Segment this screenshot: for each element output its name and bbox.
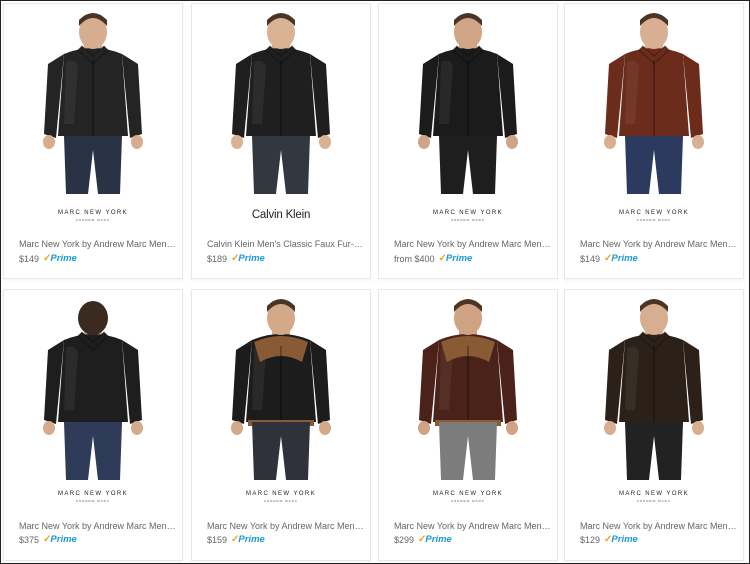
brand-subname: ANDREW MARC — [451, 218, 485, 222]
brand-name: MARC NEW YORK — [245, 491, 317, 497]
product-title-link[interactable]: Marc New York by Andrew Marc Men's K... — [207, 521, 365, 531]
product-grid: MARC NEW YORK ANDREW MARC Marc New York by… — [0, 0, 750, 564]
brand-name: MARC NEW YORK — [618, 210, 690, 216]
prime-label: Prime — [445, 253, 473, 264]
brand-subname: ANDREW MARC — [76, 218, 110, 222]
product-image[interactable] — [192, 4, 370, 200]
price-row: from $400 ✓ Prime — [394, 253, 472, 264]
prime-label: Prime — [611, 253, 638, 264]
price-row: $375 ✓ Prime — [19, 534, 77, 545]
prime-badge: ✓ Prime — [43, 253, 77, 264]
brand-name: MARC NEW YORK — [618, 491, 690, 497]
brand-logo: MARC NEW YORK ANDREW MARC — [565, 210, 743, 224]
product-card[interactable]: MARC NEW YORK ANDREW MARC Marc New York by… — [564, 289, 744, 561]
product-card[interactable]: Calvin Klein Calvin Klein Men's Classic F… — [191, 3, 371, 279]
brand-name: MARC NEW YORK — [57, 210, 129, 216]
product-image[interactable] — [4, 290, 182, 486]
prime-label: Prime — [50, 253, 77, 264]
product-image[interactable] — [192, 290, 370, 486]
product-card[interactable]: MARC NEW YORK ANDREW MARC Marc New York by… — [564, 3, 744, 279]
brand-name: MARC NEW YORK — [57, 491, 129, 497]
product-card[interactable]: MARC NEW YORK ANDREW MARC Marc New York by… — [378, 289, 558, 561]
brand-name: MARC NEW YORK — [432, 491, 504, 497]
brand-logo: MARC NEW YORK ANDREW MARC — [379, 210, 557, 224]
prime-badge: ✓ Prime — [439, 253, 473, 264]
product-title-link[interactable]: Marc New York by Andrew Marc Men's B... — [580, 239, 738, 249]
price-row: $149 ✓ Prime — [580, 253, 638, 264]
price-row: $149 ✓ Prime — [19, 253, 77, 264]
product-price: $375 — [19, 534, 40, 545]
product-card[interactable]: MARC NEW YORK ANDREW MARC Marc New York by… — [3, 3, 183, 279]
price-row: $129 ✓ Prime — [580, 534, 638, 545]
product-image[interactable] — [379, 4, 557, 200]
product-price: from $400 — [394, 253, 435, 264]
brand-subname: ANDREW MARC — [637, 218, 671, 222]
prime-badge: ✓ Prime — [604, 534, 638, 545]
brand-logo: MARC NEW YORK ANDREW MARC — [379, 491, 557, 505]
prime-badge: ✓ Prime — [418, 534, 452, 545]
brand-logo: MARC NEW YORK ANDREW MARC — [4, 491, 182, 505]
product-title-link[interactable]: Marc New York by Andrew Marc Men's L... — [580, 521, 738, 531]
brand-logo: Calvin Klein — [192, 209, 370, 221]
brand-subname: ANDREW MARC — [264, 499, 298, 503]
brand-logo: MARC NEW YORK ANDREW MARC — [192, 491, 370, 505]
product-price: $149 — [580, 253, 601, 264]
product-card[interactable]: MARC NEW YORK ANDREW MARC Marc New York by… — [378, 3, 558, 279]
brand-subname: ANDREW MARC — [451, 499, 485, 503]
price-row: $189 ✓ Prime — [207, 253, 265, 264]
brand-subname: ANDREW MARC — [76, 499, 110, 503]
prime-label: Prime — [611, 534, 638, 545]
price-row: $299 ✓ Prime — [394, 534, 452, 545]
brand-subname: ANDREW MARC — [637, 499, 671, 503]
product-image[interactable] — [4, 4, 182, 200]
brand-name: MARC NEW YORK — [432, 210, 504, 216]
product-image[interactable] — [379, 290, 557, 486]
product-image[interactable] — [565, 290, 743, 486]
prime-label: Prime — [238, 253, 265, 264]
product-price: $129 — [580, 534, 601, 545]
product-card[interactable]: MARC NEW YORK ANDREW MARC Marc New York by… — [191, 289, 371, 561]
product-title-link[interactable]: Calvin Klein Men's Classic Faux Fur-Lin.… — [207, 239, 365, 249]
prime-label: Prime — [425, 534, 452, 545]
brand-logo: MARC NEW YORK ANDREW MARC — [565, 491, 743, 505]
brand-name: Calvin Klein — [251, 209, 311, 221]
price-row: $159 ✓ Prime — [207, 534, 265, 545]
product-title-link[interactable]: Marc New York by Andrew Marc Men's P... — [394, 521, 552, 531]
product-image[interactable] — [565, 4, 743, 200]
product-price: $149 — [19, 253, 40, 264]
product-card[interactable]: MARC NEW YORK ANDREW MARC Marc New York by… — [3, 289, 183, 561]
prime-badge: ✓ Prime — [231, 253, 265, 264]
product-title-link[interactable]: Marc New York by Andrew Marc Men's ... — [19, 521, 177, 531]
prime-badge: ✓ Prime — [231, 534, 265, 545]
prime-badge: ✓ Prime — [43, 534, 77, 545]
prime-label: Prime — [238, 534, 265, 545]
product-price: $299 — [394, 534, 415, 545]
prime-label: Prime — [50, 534, 77, 545]
prime-badge: ✓ Prime — [604, 253, 638, 264]
product-title-link[interactable]: Marc New York by Andrew Marc Men's B... — [19, 239, 177, 249]
product-price: $189 — [207, 253, 228, 264]
brand-logo: MARC NEW YORK ANDREW MARC — [4, 210, 182, 224]
product-title-link[interactable]: Marc New York by Andrew Marc Men's S... — [394, 239, 552, 249]
product-price: $159 — [207, 534, 228, 545]
